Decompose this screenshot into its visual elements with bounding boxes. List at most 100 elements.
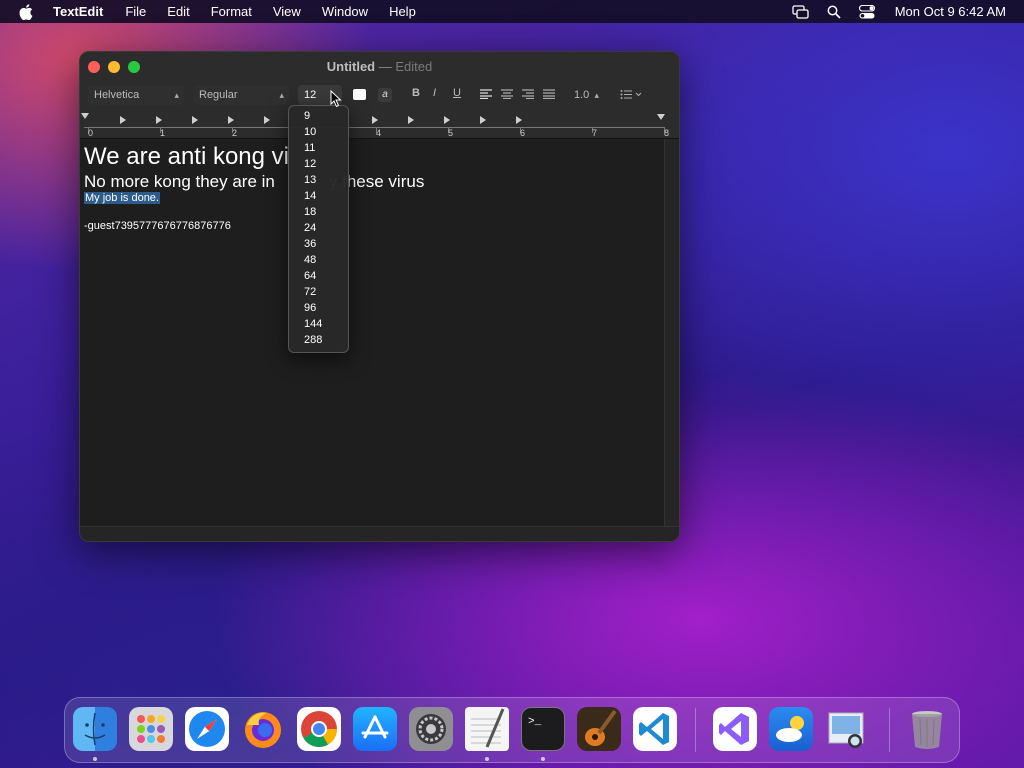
- format-toolbar: Helvetica ▴ Regular ▴ 12 a B I U 1.0 ▴: [80, 84, 679, 106]
- font-size-option-36[interactable]: 36: [304, 238, 316, 250]
- menu-help[interactable]: Help: [389, 4, 416, 19]
- trash-icon[interactable]: [905, 707, 949, 751]
- tab-stop-marker[interactable]: [516, 116, 522, 124]
- list-bullets-icon[interactable]: [620, 90, 642, 99]
- line-spacing-popup[interactable]: 1.0 ▴: [568, 85, 604, 105]
- bold-button[interactable]: B: [412, 87, 420, 99]
- ruler[interactable]: 0 1 2 3 4 5 6 7 8: [80, 110, 679, 138]
- font-size-option-13[interactable]: 13: [304, 174, 316, 186]
- chrome-icon[interactable]: [297, 707, 341, 751]
- tab-stop-marker[interactable]: [408, 116, 414, 124]
- terminal-icon[interactable]: >_: [521, 707, 565, 751]
- finder-icon[interactable]: [73, 707, 117, 751]
- safari-icon[interactable]: [185, 707, 229, 751]
- font-size-option-9[interactable]: 9: [304, 110, 310, 122]
- ruler-number: 7: [592, 128, 598, 138]
- tab-stop-marker[interactable]: [120, 116, 126, 124]
- apple-menu-icon[interactable]: [19, 3, 33, 20]
- popup-arrows-icon: ▴: [174, 90, 179, 100]
- screen-mirroring-icon[interactable]: [792, 4, 809, 19]
- selected-text: My job is done.: [84, 192, 160, 204]
- firefox-icon[interactable]: [241, 707, 285, 751]
- spotlight-search-icon[interactable]: [827, 5, 841, 19]
- ruler-number: 1: [160, 128, 166, 138]
- font-size-option-288[interactable]: 288: [304, 334, 322, 346]
- font-size-option-11[interactable]: 11: [304, 142, 315, 154]
- document-line-1: We are anti kong vi: [84, 143, 289, 170]
- font-size-value: 12: [304, 89, 317, 101]
- line-spacing-value: 1.0: [574, 89, 590, 101]
- font-style-value: Regular: [199, 89, 238, 101]
- dock: >_: [64, 697, 960, 763]
- tab-stop-marker[interactable]: [192, 116, 198, 124]
- preview-icon[interactable]: [825, 707, 869, 751]
- font-size-option-14[interactable]: 14: [304, 190, 316, 202]
- system-settings-icon[interactable]: [409, 707, 453, 751]
- font-size-option-96[interactable]: 96: [304, 302, 316, 314]
- document-status: Edited: [395, 59, 433, 74]
- tab-stop-marker[interactable]: [480, 116, 486, 124]
- tab-stop-marker[interactable]: [228, 116, 234, 124]
- font-size-option-48[interactable]: 48: [304, 254, 316, 266]
- dock-separator: [695, 708, 696, 752]
- window-titlebar[interactable]: Untitled — Edited Helvetica ▴ Regular ▴ …: [80, 52, 679, 139]
- tab-stop-marker[interactable]: [156, 116, 162, 124]
- underline-button[interactable]: U: [453, 87, 461, 99]
- control-center-icon[interactable]: [858, 4, 875, 19]
- document-line-4: -guest7395777676776876776: [84, 220, 231, 232]
- running-indicator: [93, 757, 97, 761]
- align-center-icon[interactable]: [501, 89, 513, 99]
- italic-button[interactable]: I: [433, 87, 436, 99]
- font-size-option-72[interactable]: 72: [304, 286, 316, 298]
- garageband-icon[interactable]: [577, 707, 621, 751]
- ruler-number: 2: [232, 128, 238, 138]
- mouse-pointer-icon: [330, 90, 342, 108]
- horizontal-scrollbar[interactable]: [80, 526, 679, 541]
- menu-edit[interactable]: Edit: [167, 4, 189, 19]
- font-size-option-24[interactable]: 24: [304, 222, 316, 234]
- launchpad-icon[interactable]: [129, 707, 173, 751]
- font-size-option-64[interactable]: 64: [304, 270, 316, 282]
- background-color-icon[interactable]: a: [378, 88, 392, 102]
- ruler-number: 6: [520, 128, 526, 138]
- menu-bar: TextEdit File Edit Format View Window He…: [0, 0, 1024, 23]
- menu-bar-clock[interactable]: Mon Oct 9 6:42 AM: [895, 4, 1006, 19]
- dock-separator: [889, 708, 890, 752]
- font-size-option-144[interactable]: 144: [304, 318, 322, 330]
- right-margin-marker[interactable]: [657, 114, 665, 120]
- popup-arrows-icon: ▴: [279, 90, 284, 100]
- app-store-icon[interactable]: [353, 707, 397, 751]
- weather-icon[interactable]: [769, 707, 813, 751]
- text-color-well[interactable]: [353, 89, 366, 100]
- popup-arrows-icon: ▴: [594, 90, 599, 100]
- menu-window[interactable]: Window: [322, 4, 368, 19]
- font-family-popup[interactable]: Helvetica ▴: [88, 85, 184, 105]
- ruler-number: 5: [448, 128, 454, 138]
- menu-file[interactable]: File: [125, 4, 146, 19]
- tab-stop-marker[interactable]: [264, 116, 270, 124]
- svg-text:>_: >_: [528, 716, 542, 728]
- align-right-icon[interactable]: [522, 89, 534, 99]
- left-margin-marker[interactable]: [81, 113, 89, 119]
- font-style-popup[interactable]: Regular ▴: [193, 85, 289, 105]
- font-size-option-10[interactable]: 10: [304, 126, 316, 138]
- tab-stop-marker[interactable]: [444, 116, 450, 124]
- menu-app-name[interactable]: TextEdit: [53, 4, 103, 19]
- title-separator: —: [378, 59, 392, 74]
- document-text-area[interactable]: We are anti kong vi No more kong they ar…: [80, 139, 666, 528]
- ruler-number: 0: [88, 128, 94, 138]
- menu-view[interactable]: View: [273, 4, 301, 19]
- menu-format[interactable]: Format: [211, 4, 252, 19]
- document-name: Untitled: [326, 59, 376, 74]
- vertical-scrollbar[interactable]: [664, 139, 679, 528]
- font-size-menu: 9 10 11 12 13 14 18 24 36 48 64 72 96 14…: [288, 105, 349, 353]
- align-left-icon[interactable]: [480, 89, 492, 99]
- vscode-icon[interactable]: [633, 707, 677, 751]
- align-justify-icon[interactable]: [543, 89, 555, 99]
- textedit-icon[interactable]: [465, 707, 509, 751]
- font-size-option-18[interactable]: 18: [304, 206, 316, 218]
- font-size-option-12[interactable]: 12: [304, 158, 316, 170]
- visual-studio-icon[interactable]: [713, 707, 757, 751]
- tab-stop-marker[interactable]: [372, 116, 378, 124]
- document-line-2: No more kong they are in y these virus: [84, 172, 424, 192]
